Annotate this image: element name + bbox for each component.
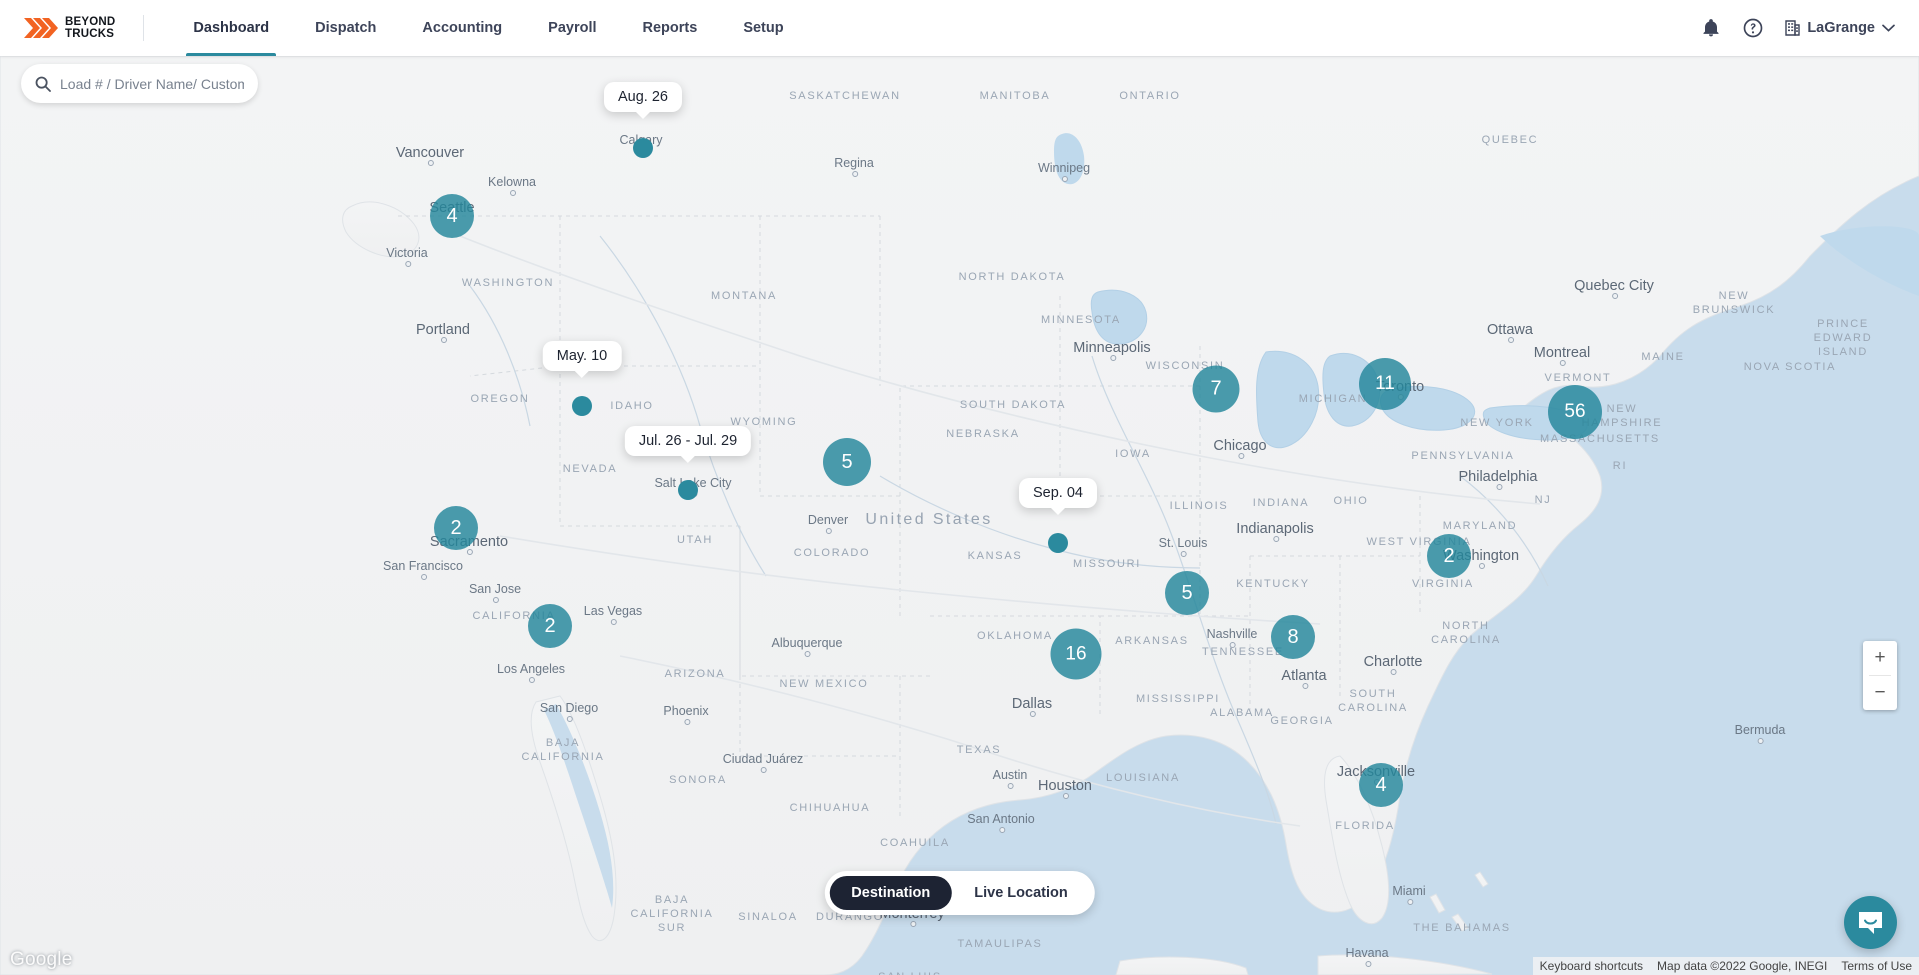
nav-label: Dispatch [315, 20, 377, 36]
map-cluster-marker[interactable]: 56 [1548, 385, 1602, 439]
nav-item-dispatch[interactable]: Dispatch [292, 0, 399, 56]
map-pin-date-tooltip: Aug. 26 [604, 82, 682, 119]
nav-label: Accounting [422, 20, 503, 36]
nav-item-reports[interactable]: Reports [620, 0, 721, 56]
map-pin-date-tooltip: May. 10 [542, 341, 622, 378]
nav-item-setup[interactable]: Setup [720, 0, 806, 56]
bell-icon[interactable] [1701, 18, 1721, 38]
nav-label: Dashboard [193, 20, 270, 36]
map-data-credit: Map data ©2022 Google, INEGI [1657, 959, 1828, 973]
map-cluster-marker[interactable]: 4 [430, 194, 474, 238]
map-attribution-bar: Keyboard shortcuts Map data ©2022 Google… [1532, 957, 1919, 975]
map-cluster-marker[interactable]: 4 [1359, 763, 1403, 807]
org-name-label: LaGrange [1807, 20, 1875, 36]
global-search[interactable] [21, 64, 258, 103]
map-cluster-marker[interactable]: 5 [823, 438, 871, 486]
map-pin-marker[interactable] [1048, 533, 1068, 553]
map-cluster-marker[interactable]: 11 [1359, 358, 1411, 410]
nav-label: Reports [642, 20, 698, 36]
chevron-logo-icon [24, 18, 58, 38]
map-pin-marker[interactable] [572, 396, 592, 416]
map-pin-date-tooltip: Jul. 26 - Jul. 29 [624, 426, 752, 463]
keyboard-shortcuts-link[interactable]: Keyboard shortcuts [1533, 959, 1650, 973]
map-zoom-controls: + − [1863, 641, 1897, 710]
nav-label: Setup [743, 20, 784, 36]
nav-label: Payroll [548, 20, 597, 36]
question-circle-icon[interactable] [1743, 18, 1763, 38]
search-icon [35, 76, 51, 92]
brand-logo[interactable]: BEYOND TRUCKS [0, 16, 115, 40]
terms-of-use-link[interactable]: Terms of Use [1834, 959, 1919, 973]
mode-live-location-button[interactable]: Live Location [952, 876, 1089, 910]
top-navigation-bar: BEYOND TRUCKS Dashboard Dispatch Account… [0, 0, 1919, 56]
map-pin-marker[interactable] [678, 480, 698, 500]
nav-item-payroll[interactable]: Payroll [525, 0, 619, 56]
dashboard-map-page: BEYOND TRUCKS Dashboard Dispatch Account… [0, 0, 1919, 975]
main-nav: Dashboard Dispatch Accounting Payroll Re… [170, 0, 806, 56]
brand-logo-text: BEYOND TRUCKS [65, 16, 115, 40]
building-icon [1785, 20, 1801, 36]
brand-logo-line2: TRUCKS [65, 28, 115, 40]
map-pin-marker[interactable] [633, 138, 653, 158]
map-cluster-marker[interactable]: 2 [1427, 534, 1471, 578]
map-canvas[interactable]: ALBERTASASKATCHEWANMANITOBAONTARIOQUEBEC… [0, 56, 1919, 975]
map-cluster-marker[interactable]: 2 [528, 604, 572, 648]
nav-item-dashboard[interactable]: Dashboard [170, 0, 292, 56]
map-cluster-marker[interactable]: 5 [1165, 571, 1209, 615]
chevron-down-icon [1882, 24, 1895, 32]
org-selector[interactable]: LaGrange [1785, 20, 1895, 36]
header-divider [143, 15, 145, 41]
map-cluster-marker[interactable]: 16 [1050, 628, 1102, 680]
map-mode-toggle: Destination Live Location [824, 871, 1095, 915]
map-landmass-graphic [0, 56, 1919, 975]
brand-logo-line1: BEYOND [65, 16, 116, 28]
map-cluster-marker[interactable]: 2 [434, 506, 478, 550]
mode-destination-button[interactable]: Destination [829, 876, 953, 910]
zoom-in-button[interactable]: + [1863, 641, 1897, 675]
header-actions: LaGrange [1701, 18, 1919, 38]
support-chat-button[interactable] [1844, 896, 1897, 949]
map-cluster-marker[interactable]: 7 [1192, 365, 1240, 413]
search-input[interactable] [60, 75, 244, 92]
map-pin-date-tooltip: Sep. 04 [1019, 478, 1097, 515]
nav-item-accounting[interactable]: Accounting [399, 0, 525, 56]
zoom-out-button[interactable]: − [1863, 676, 1897, 710]
map-cluster-marker[interactable]: 8 [1271, 615, 1315, 659]
chat-bubble-icon [1859, 912, 1882, 934]
